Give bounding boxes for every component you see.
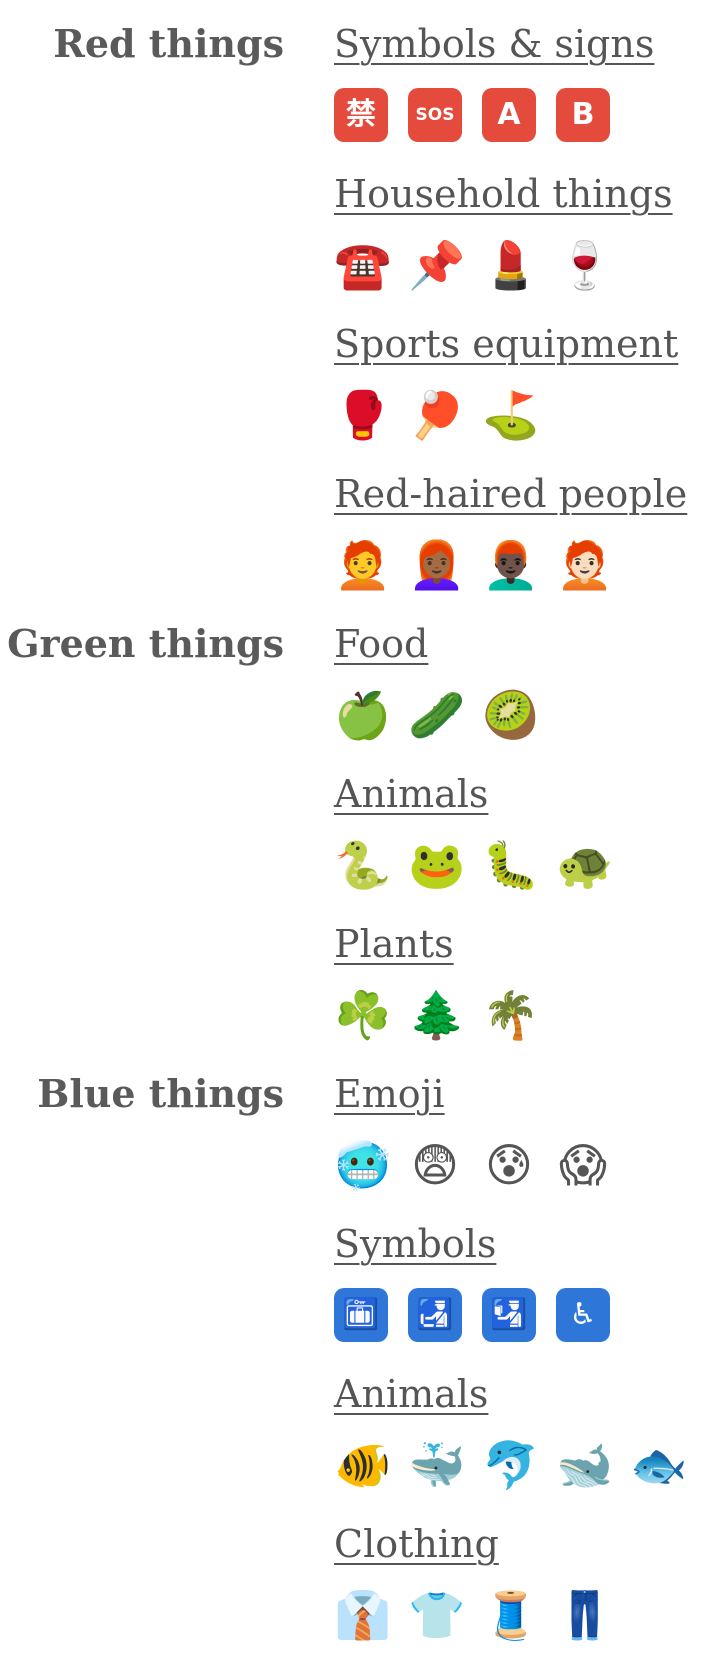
- category: Emoji 🥶 😨 😰 😱: [334, 1050, 704, 1200]
- tropical-fish-icon[interactable]: 🐠: [334, 1438, 391, 1492]
- category: Symbols & signs 禁 SOS A B: [334, 0, 704, 150]
- category-link[interactable]: Red-haired people: [334, 470, 687, 518]
- emoji-row: ☎️ 📌 💄 🍷: [334, 238, 704, 294]
- whale-icon[interactable]: 🐋: [556, 1438, 613, 1492]
- category-link[interactable]: Symbols & signs: [334, 20, 654, 68]
- spouting-whale-icon[interactable]: 🐳: [408, 1438, 465, 1492]
- caterpillar-icon[interactable]: 🐛: [482, 838, 539, 892]
- category-list: Food 🍏 🥒 🥝 Animals 🐍 🐸 🐛 🐢 Plants ☘️ 🌲 🌴: [334, 600, 704, 1050]
- red-haired-person-light-icon[interactable]: 🧑🏻‍🦰: [556, 538, 613, 592]
- category: Clothing 👔 👕 🧵 👖: [334, 1500, 704, 1650]
- evergreen-tree-icon[interactable]: 🌲: [408, 988, 465, 1042]
- emoji-row: 🍏 🥒 🥝: [334, 688, 704, 744]
- b-blood-type-icon[interactable]: B: [556, 88, 610, 142]
- sos-button-icon[interactable]: SOS: [408, 88, 462, 142]
- anxious-face-icon[interactable]: 😰: [482, 1138, 536, 1192]
- category-link[interactable]: Animals: [334, 1370, 488, 1418]
- category: Household things ☎️ 📌 💄 🍷: [334, 150, 704, 300]
- customs-icon[interactable]: 🛃: [408, 1288, 462, 1342]
- thread-spool-icon[interactable]: 🧵: [482, 1588, 539, 1642]
- snake-icon[interactable]: 🐍: [334, 838, 391, 892]
- red-haired-woman-icon[interactable]: 👩🏾‍🦰: [408, 538, 465, 592]
- fearful-face-icon[interactable]: 😨: [408, 1138, 462, 1192]
- red-haired-man-icon[interactable]: 👨🏿‍🦰: [482, 538, 539, 592]
- color-things-page: Red things Symbols & signs 禁 SOS A B Househ…: [0, 0, 704, 1670]
- ping-pong-icon[interactable]: 🏓: [408, 388, 465, 442]
- category-link[interactable]: Emoji: [334, 1070, 445, 1118]
- emoji-row: 🐍 🐸 🐛 🐢: [334, 838, 704, 894]
- category-link[interactable]: Plants: [334, 920, 454, 968]
- passport-control-icon[interactable]: 🛂: [482, 1288, 536, 1342]
- category: Animals 🐠 🐳 🐬 🐋 🐟: [334, 1350, 704, 1500]
- screaming-face-icon[interactable]: 😱: [556, 1138, 610, 1192]
- category: Red-haired people 🧑‍🦰 👩🏾‍🦰 👨🏿‍🦰 🧑🏻‍🦰: [334, 450, 704, 600]
- emoji-row: 🧑‍🦰 👩🏾‍🦰 👨🏿‍🦰 🧑🏻‍🦰: [334, 538, 704, 594]
- left-luggage-icon[interactable]: 🛅: [334, 1288, 388, 1342]
- emoji-row: 🛅 🛃 🛂 ♿: [334, 1288, 704, 1344]
- category: Food 🍏 🥒 🥝: [334, 600, 704, 750]
- pushpin-icon[interactable]: 📌: [408, 238, 465, 292]
- category-link[interactable]: Animals: [334, 770, 488, 818]
- dolphin-icon[interactable]: 🐬: [482, 1438, 539, 1492]
- fish-icon[interactable]: 🐟: [630, 1438, 687, 1492]
- category-link[interactable]: Household things: [334, 170, 673, 218]
- category-link[interactable]: Clothing: [334, 1520, 499, 1568]
- frog-icon[interactable]: 🐸: [408, 838, 465, 892]
- category-list: Emoji 🥶 😨 😰 😱 Symbols 🛅 🛃 🛂 ♿ Animals 🐠 🐳 🐬 🐋 🐟: [334, 1050, 704, 1650]
- group-green-things: Green things Food 🍏 🥒 🥝 Animals 🐍 🐸 🐛 🐢 Plant…: [0, 600, 704, 1050]
- category-link[interactable]: Sports equipment: [334, 320, 678, 368]
- prohibited-ideograph-icon[interactable]: 禁: [334, 88, 388, 142]
- t-shirt-icon[interactable]: 👕: [408, 1588, 465, 1642]
- wine-glass-icon[interactable]: 🍷: [556, 238, 613, 292]
- a-blood-type-icon[interactable]: A: [482, 88, 536, 142]
- emoji-row: 🥊 🏓 ⛳: [334, 388, 704, 444]
- jeans-icon[interactable]: 👖: [556, 1588, 613, 1642]
- category: Plants ☘️ 🌲 🌴: [334, 900, 704, 1050]
- emoji-row: 👔 👕 🧵 👖: [334, 1588, 704, 1644]
- emoji-row: 🐠 🐳 🐬 🐋 🐟: [334, 1438, 704, 1494]
- group-blue-things: Blue things Emoji 🥶 😨 😰 😱 Symbols 🛅 🛃 🛂 ♿ Anim…: [0, 1050, 704, 1650]
- group-label: Red things: [53, 21, 284, 66]
- shamrock-icon[interactable]: ☘️: [334, 988, 391, 1042]
- kiwi-icon[interactable]: 🥝: [482, 688, 539, 742]
- group-label: Blue things: [37, 1071, 284, 1116]
- cucumber-icon[interactable]: 🥒: [408, 688, 465, 742]
- category: Sports equipment 🥊 🏓 ⛳: [334, 300, 704, 450]
- necktie-shirt-icon[interactable]: 👔: [334, 1588, 391, 1642]
- emoji-row: 禁 SOS A B: [334, 88, 704, 144]
- category-link[interactable]: Symbols: [334, 1220, 496, 1268]
- lipstick-icon[interactable]: 💄: [482, 238, 539, 292]
- category-link[interactable]: Food: [334, 620, 428, 668]
- category: Symbols 🛅 🛃 🛂 ♿: [334, 1200, 704, 1350]
- red-haired-person-icon[interactable]: 🧑‍🦰: [334, 538, 391, 592]
- group-red-things: Red things Symbols & signs 禁 SOS A B Househ…: [0, 0, 704, 600]
- golf-flag-icon[interactable]: ⛳: [482, 388, 539, 442]
- category-list: Symbols & signs 禁 SOS A B Household things …: [334, 0, 704, 600]
- turtle-icon[interactable]: 🐢: [556, 838, 613, 892]
- telephone-icon[interactable]: ☎️: [334, 238, 391, 292]
- wheelchair-icon[interactable]: ♿: [556, 1288, 610, 1342]
- cold-face-icon[interactable]: 🥶: [334, 1138, 391, 1192]
- category: Animals 🐍 🐸 🐛 🐢: [334, 750, 704, 900]
- boxing-glove-icon[interactable]: 🥊: [334, 388, 391, 442]
- palm-tree-icon[interactable]: 🌴: [482, 988, 539, 1042]
- emoji-row: 🥶 😨 😰 😱: [334, 1138, 704, 1194]
- group-label: Green things: [7, 621, 284, 666]
- emoji-row: ☘️ 🌲 🌴: [334, 988, 704, 1044]
- green-apple-icon[interactable]: 🍏: [334, 688, 391, 742]
